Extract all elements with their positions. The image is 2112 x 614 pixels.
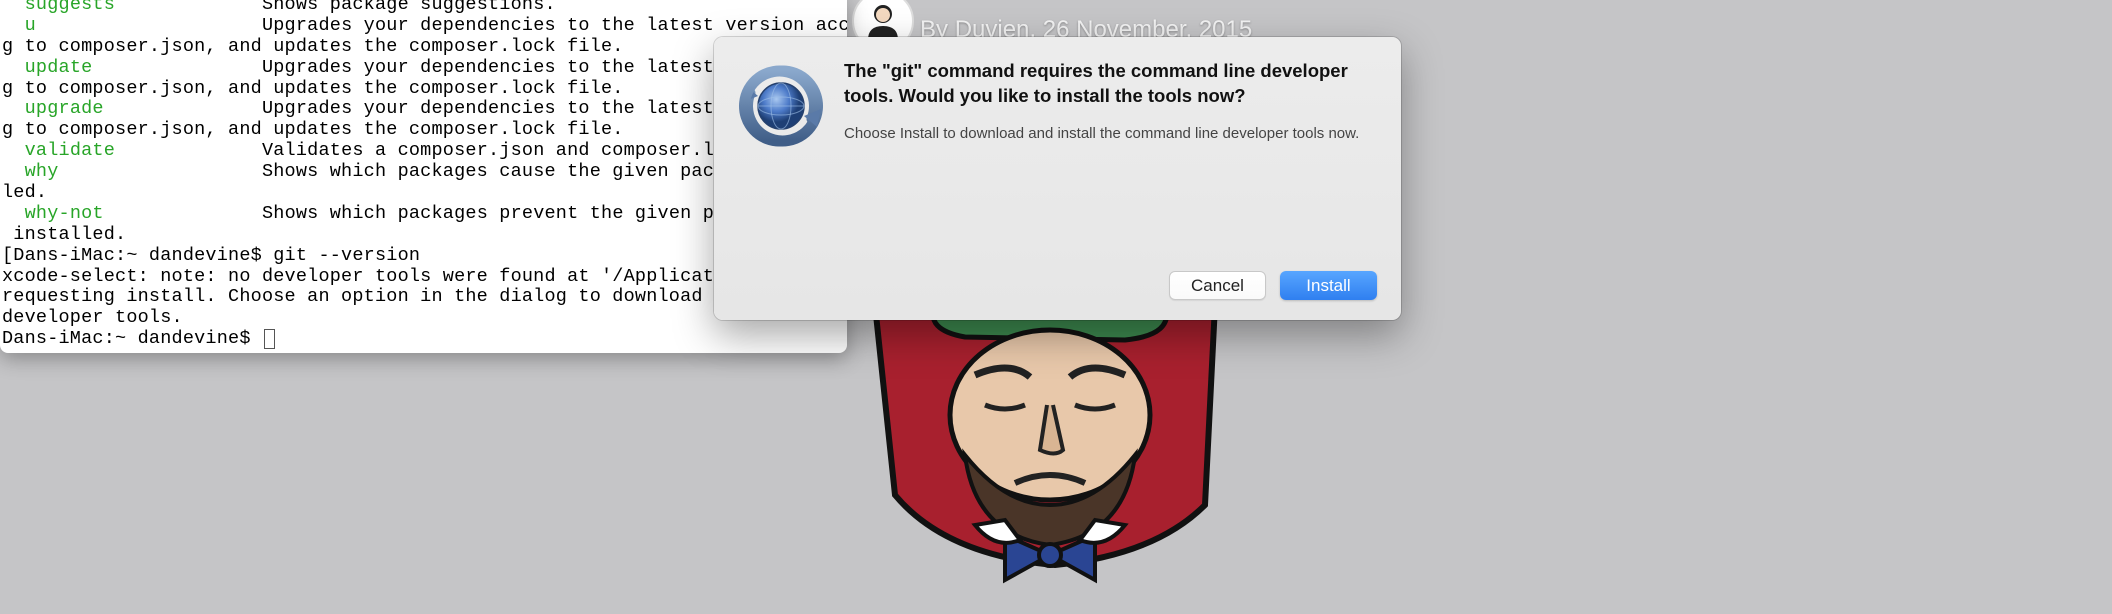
cancel-button[interactable]: Cancel xyxy=(1169,271,1266,300)
install-tools-dialog: The "git" command requires the command l… xyxy=(714,37,1401,320)
dialog-button-row: Cancel Install xyxy=(738,271,1377,300)
dialog-message: Choose Install to download and install t… xyxy=(844,123,1377,145)
install-button[interactable]: Install xyxy=(1280,271,1377,300)
software-update-icon xyxy=(738,63,824,149)
decorative-illustration xyxy=(855,305,1235,605)
dialog-heading: The "git" command requires the command l… xyxy=(844,59,1377,109)
